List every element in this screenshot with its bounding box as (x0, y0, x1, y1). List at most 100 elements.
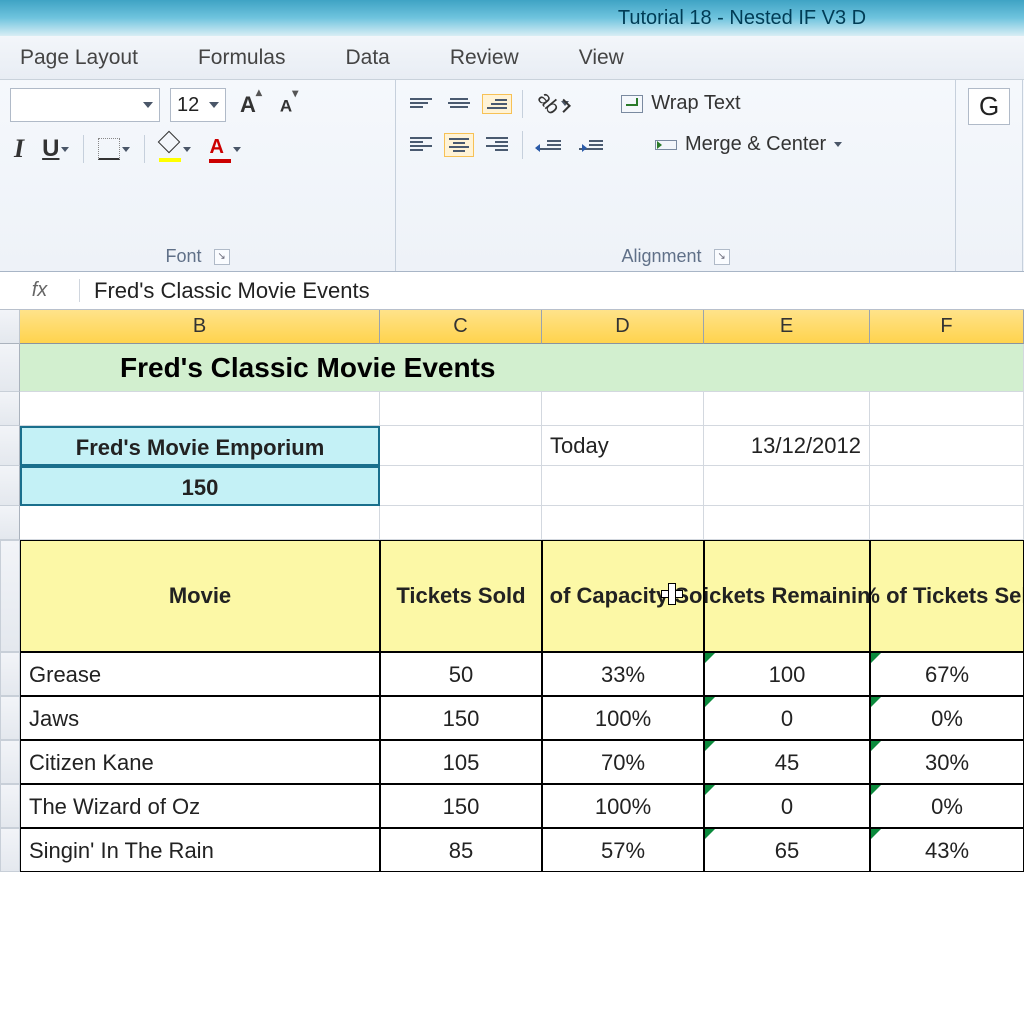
cell-emporium[interactable]: Fred's Movie Emporium (20, 426, 380, 466)
cell[interactable] (380, 506, 542, 540)
cell-movie[interactable]: The Wizard of Oz (20, 784, 380, 828)
row-header[interactable] (0, 540, 20, 652)
align-bottom-button[interactable] (482, 94, 512, 114)
cell[interactable] (20, 392, 380, 426)
wrap-text-label: Wrap Text (651, 92, 740, 115)
cell[interactable] (380, 466, 542, 506)
cell[interactable] (870, 466, 1024, 506)
tab-review[interactable]: Review (450, 46, 519, 70)
decrease-font-size-button[interactable]: A▾ (276, 92, 302, 119)
alignment-dialog-launcher[interactable]: ↘ (714, 249, 730, 265)
cell-tickets-remaining[interactable]: 45 (704, 740, 870, 784)
cell-movie[interactable]: Grease (20, 652, 380, 696)
column-header-e[interactable]: E (704, 310, 870, 344)
cell[interactable] (704, 392, 870, 426)
cell-movie[interactable]: Singin' In The Rain (20, 828, 380, 872)
decrease-indent-button[interactable] (533, 138, 565, 152)
column-header-d[interactable]: D (542, 310, 704, 344)
align-center-button[interactable] (444, 133, 474, 157)
wrap-text-button[interactable]: Wrap Text (613, 88, 748, 119)
align-top-button[interactable] (406, 94, 436, 114)
header-tickets-sold[interactable]: Tickets Sold (380, 540, 542, 652)
cell-tickets-sold[interactable]: 150 (380, 696, 542, 740)
cell-pct-sell[interactable]: 30% (870, 740, 1024, 784)
align-left-button[interactable] (406, 133, 436, 157)
align-middle-button[interactable] (444, 94, 474, 114)
cell-pct-capacity[interactable]: 100% (542, 696, 704, 740)
increase-indent-button[interactable] (575, 138, 607, 152)
font-size-dropdown[interactable]: 12 (170, 88, 226, 122)
header-pct-sell[interactable]: % of Tickets Sell (870, 540, 1024, 652)
cell-movie[interactable]: Citizen Kane (20, 740, 380, 784)
cell-pct-sell[interactable]: 67% (870, 652, 1024, 696)
cell-tickets-sold[interactable]: 50 (380, 652, 542, 696)
cell-pct-capacity[interactable]: 33% (542, 652, 704, 696)
cell[interactable] (870, 426, 1024, 466)
orientation-button[interactable]: ab (533, 90, 573, 117)
cell-tickets-remaining[interactable]: 0 (704, 784, 870, 828)
tab-view[interactable]: View (579, 46, 624, 70)
cell-capacity[interactable]: 150 (20, 466, 380, 506)
row-header[interactable] (0, 652, 20, 696)
cell-today-date[interactable]: 13/12/2012 (704, 426, 870, 466)
font-dialog-launcher[interactable]: ↘ (214, 249, 230, 265)
cell-pct-sell[interactable]: 0% (870, 696, 1024, 740)
cell[interactable] (704, 506, 870, 540)
row-header[interactable] (0, 506, 20, 540)
cell[interactable] (542, 506, 704, 540)
borders-button[interactable] (94, 136, 134, 162)
cell[interactable] (542, 392, 704, 426)
increase-font-size-button[interactable]: A▴ (236, 90, 266, 120)
cell-pct-sell[interactable]: 43% (870, 828, 1024, 872)
cell-tickets-remaining[interactable]: 65 (704, 828, 870, 872)
underline-button[interactable]: U (38, 133, 73, 165)
tab-formulas[interactable]: Formulas (198, 46, 286, 70)
font-name-dropdown[interactable] (10, 88, 160, 122)
select-all-corner[interactable] (0, 310, 20, 344)
tab-page-layout[interactable]: Page Layout (20, 46, 138, 70)
cell[interactable] (380, 426, 542, 466)
cell[interactable] (870, 506, 1024, 540)
cell[interactable] (380, 392, 542, 426)
row-header[interactable] (0, 784, 20, 828)
cell-movie[interactable]: Jaws (20, 696, 380, 740)
fill-color-button[interactable] (155, 134, 195, 164)
cell-tickets-sold[interactable]: 150 (380, 784, 542, 828)
formula-input[interactable]: Fred's Classic Movie Events (80, 278, 1024, 304)
cell[interactable] (704, 466, 870, 506)
cell-pct-capacity[interactable]: 57% (542, 828, 704, 872)
column-header-b[interactable]: B (20, 310, 380, 344)
header-movie[interactable]: Movie (20, 540, 380, 652)
cell-pct-sell[interactable]: 0% (870, 784, 1024, 828)
cell-title[interactable]: Fred's Classic Movie Events (20, 344, 1024, 392)
align-right-button[interactable] (482, 133, 512, 157)
header-tickets-remaining[interactable]: Tickets Remaining (704, 540, 870, 652)
cell-tickets-sold[interactable]: 105 (380, 740, 542, 784)
fx-icon[interactable]: fx (0, 279, 80, 302)
header-pct-capacity[interactable]: % of Capacity Sold (542, 540, 704, 652)
cell-tickets-remaining[interactable]: 0 (704, 696, 870, 740)
tab-data[interactable]: Data (345, 46, 389, 70)
cell[interactable] (20, 506, 380, 540)
row-header[interactable] (0, 392, 20, 426)
cell-tickets-remaining[interactable]: 100 (704, 652, 870, 696)
row-header[interactable] (0, 740, 20, 784)
cell[interactable] (870, 392, 1024, 426)
row-header[interactable] (0, 466, 20, 506)
font-color-button[interactable]: A (205, 134, 245, 165)
column-header-c[interactable]: C (380, 310, 542, 344)
row-header[interactable] (0, 696, 20, 740)
cell-tickets-sold[interactable]: 85 (380, 828, 542, 872)
cell-pct-capacity[interactable]: 70% (542, 740, 704, 784)
row-header[interactable] (0, 426, 20, 466)
row-header[interactable] (0, 344, 20, 392)
italic-button[interactable]: I (10, 132, 28, 166)
merge-center-button[interactable]: Merge & Center (647, 129, 850, 160)
spreadsheet-grid: B C D E F Fred's Classic Movie Events Fr… (0, 310, 1024, 872)
cell[interactable] (542, 466, 704, 506)
row-header[interactable] (0, 828, 20, 872)
cell-pct-capacity[interactable]: 100% (542, 784, 704, 828)
column-header-f[interactable]: F (870, 310, 1024, 344)
cell-today-label[interactable]: Today (542, 426, 704, 466)
number-format-dropdown[interactable]: G (968, 88, 1010, 125)
